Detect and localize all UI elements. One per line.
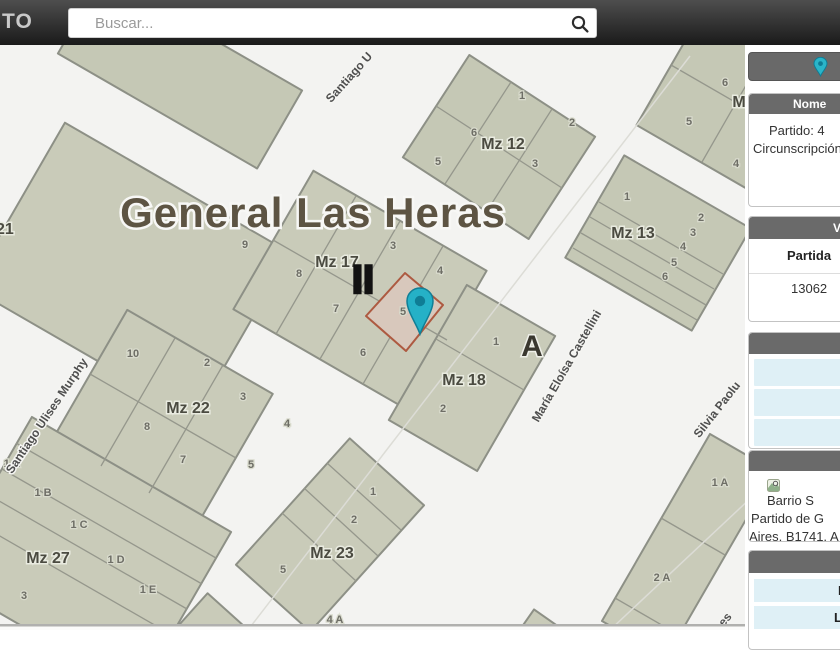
panel-valuacion-header: V: [749, 217, 840, 239]
parcel-label: 1 B: [34, 487, 51, 499]
parcel-label: 6: [662, 271, 668, 283]
parcel-label: 8: [144, 421, 150, 433]
parcel-label: 5: [435, 156, 441, 168]
parcel-label: 1 E: [140, 584, 157, 596]
panel-nomenclatura-header: Nome: [749, 94, 840, 114]
parcel-label: 1: [624, 191, 630, 203]
block-label: M: [732, 94, 745, 111]
parcel-label: 4: [284, 418, 291, 430]
parcel-label: 5: [400, 306, 406, 318]
panel-nomenclatura: Nome Partido: 4 Circunscripción: [748, 93, 840, 207]
parcel-label: 5: [686, 116, 692, 128]
parcel-label: 3: [690, 227, 696, 239]
parcel-label: 2 A: [654, 572, 671, 584]
parcel-label: 8: [296, 268, 302, 280]
panel-empty-table: [748, 332, 840, 449]
parcel-label: 7: [333, 303, 339, 315]
block-label: Mz 27: [26, 550, 70, 567]
detail-row-la: La: [754, 606, 840, 629]
parcel-label: 4: [437, 265, 444, 277]
map-bottom-border: [0, 624, 745, 627]
parcel-label: 2: [698, 212, 704, 224]
parcel-label: 6: [722, 77, 728, 89]
panel-valuacion: V Partida 13062: [748, 216, 840, 322]
cadastral-map[interactable]: General Las Heras Mz 21Mz 22Mz 27Mz 17Mz…: [0, 45, 745, 630]
parcel-label: 5: [671, 257, 677, 269]
parcel-label: 1 D: [107, 554, 124, 566]
parcel-label: 9: [242, 239, 248, 251]
search-input[interactable]: [69, 9, 596, 37]
search-button[interactable]: [570, 14, 590, 34]
block-label: Mz 18: [442, 372, 486, 389]
parcel-label: 1: [370, 486, 376, 498]
map-canvas[interactable]: General Las Heras Mz 21Mz 22Mz 27Mz 17Mz…: [0, 45, 745, 630]
map-bottom-gap: [0, 626, 745, 630]
app-logo: TO: [2, 10, 33, 33]
parcel-label: 1 A: [712, 477, 729, 489]
block-label: Mz 12: [481, 136, 525, 153]
block-label: Mz 22: [166, 400, 210, 417]
parcel-label: 7: [180, 454, 186, 466]
table-row: [754, 389, 840, 416]
panel-address: Barrio S Partido de G Aires, B1741, A: [748, 450, 840, 542]
parcel-label: 1: [493, 336, 499, 348]
panel-detail-table-header: [749, 551, 840, 573]
parcel-label: 5: [280, 564, 286, 576]
partida-column-header: Partida: [749, 239, 840, 274]
table-row: [754, 419, 840, 446]
detail-row-e: E: [754, 579, 840, 602]
parcel-label: 2: [204, 357, 210, 369]
city-label: General Las Heras: [120, 189, 506, 236]
parcel-label: 10: [127, 348, 139, 360]
panel-empty-table-header: [749, 333, 840, 354]
parcel-label: 2: [440, 403, 446, 415]
map-search-icon: [767, 479, 780, 492]
address-line-2: Partido de G: [751, 511, 824, 526]
parcel-label: 3: [240, 391, 246, 403]
partida-value: 13062: [791, 281, 828, 296]
zone-letter: A: [521, 330, 543, 363]
block-label: Mz 21: [0, 221, 14, 238]
parcel-label: 3: [390, 240, 396, 252]
parcel-label: 6: [471, 127, 477, 139]
parcel-label: 3: [532, 158, 538, 170]
table-row: [754, 359, 840, 386]
address-line-3: Aires, B1741, A: [749, 529, 839, 542]
location-pin-icon: [813, 57, 828, 77]
address-line-1: Barrio S: [749, 479, 840, 510]
panel-detail-table: E La: [748, 550, 840, 650]
search-box: [68, 8, 597, 38]
parcel-label: 2: [569, 117, 575, 129]
parcel-label: 2: [351, 514, 357, 526]
parcel-label: 4: [680, 241, 687, 253]
section-roman-numeral: II: [352, 258, 374, 302]
parcel-label: 6: [360, 347, 366, 359]
parcel-label: 3: [21, 590, 27, 602]
search-icon: [571, 15, 589, 33]
parcel-label: 1 C: [70, 519, 87, 531]
nomenclatura-circunscripcion: Circunscripción: [753, 141, 840, 156]
parcel-label: 1: [519, 90, 525, 102]
panel-address-header: [749, 451, 840, 471]
parcel-label: 4: [733, 158, 740, 170]
parcel-label: 5: [248, 459, 254, 471]
block-label: Mz 13: [611, 225, 655, 242]
block-label: Mz 23: [310, 545, 354, 562]
locate-button[interactable]: [748, 52, 840, 81]
top-navbar: TO: [0, 0, 840, 45]
nomenclatura-partido: Partido: 4: [769, 123, 825, 138]
